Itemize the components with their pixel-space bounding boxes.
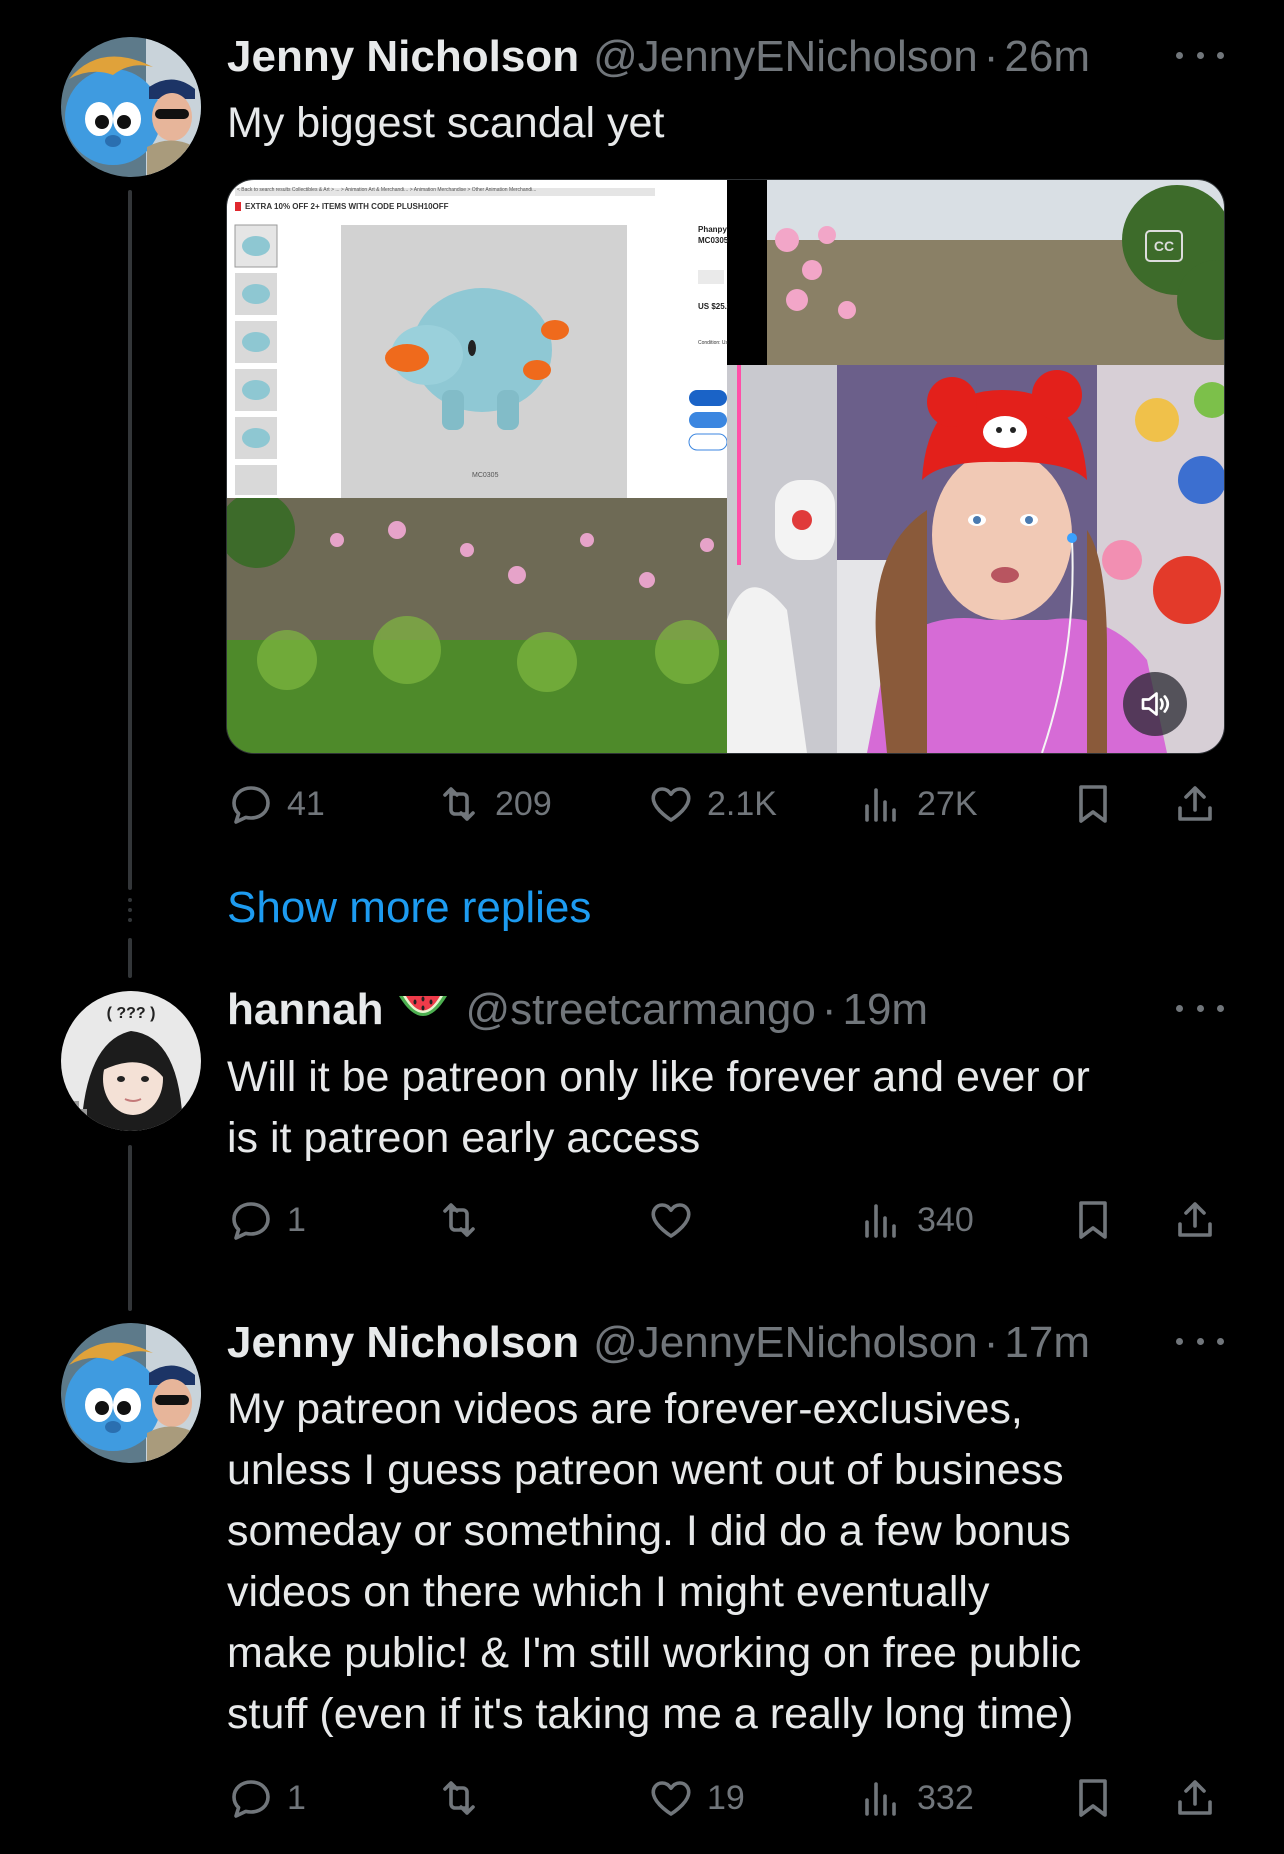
more-options-icon[interactable]: [1176, 988, 1224, 1028]
author-name[interactable]: Jenny Nicholson: [227, 32, 579, 82]
more-options-icon[interactable]: [1176, 35, 1224, 75]
thread-line: [128, 938, 132, 978]
share-icon: [1178, 786, 1212, 821]
author-handle[interactable]: @JennyENicholson: [593, 1318, 978, 1368]
separator-dot: ·: [983, 1318, 999, 1367]
views-button[interactable]: 332: [857, 1768, 974, 1828]
avatar[interactable]: ( ??? ): [61, 991, 201, 1131]
post-text: My biggest scandal yet: [227, 99, 665, 147]
share-button[interactable]: [1171, 1190, 1219, 1250]
video-frame: [227, 180, 1224, 753]
avatar[interactable]: [61, 1323, 201, 1463]
captions-icon: CC: [1153, 238, 1175, 254]
reply-button[interactable]: 1: [227, 1190, 306, 1250]
bookmark-icon: [1079, 1779, 1107, 1817]
views-chart-icon: [865, 1204, 896, 1238]
view-count: 27K: [917, 784, 978, 823]
post-text: My patreon videos are forever-exclusives…: [227, 1385, 1082, 1738]
reply-count: 1: [287, 1778, 306, 1817]
post-header: Jenny Nicholson @JennyENicholson · 17m: [227, 1313, 1224, 1373]
views-chart-icon: [865, 1782, 896, 1816]
bookmark-button[interactable]: [1069, 1768, 1117, 1828]
separator-dot: ·: [983, 32, 999, 81]
author-handle[interactable]: @streetcarmango: [465, 985, 815, 1035]
share-button[interactable]: [1171, 774, 1219, 834]
repost-button[interactable]: 209: [435, 774, 552, 834]
bookmark-button[interactable]: [1069, 1190, 1117, 1250]
video-player[interactable]: EXTRA 10% OFF 2+ ITEMS WITH CODE PLUSH10…: [226, 179, 1225, 754]
thread-gap-dots: [127, 898, 133, 928]
plush-tag: MC0305: [472, 472, 499, 479]
view-count: 340: [917, 1200, 974, 1239]
heart-icon: [651, 1203, 691, 1238]
separator-dot: ·: [821, 985, 837, 1034]
repost-button[interactable]: [435, 1768, 495, 1828]
bookmark-button[interactable]: [1069, 774, 1117, 834]
reply-icon: [232, 1202, 270, 1240]
share-button[interactable]: [1171, 1768, 1219, 1828]
avatar[interactable]: [61, 37, 201, 177]
promo-banner: EXTRA 10% OFF 2+ ITEMS WITH CODE PLUSH10…: [245, 202, 449, 211]
reply-count: 41: [287, 784, 325, 823]
speaker-icon: [1141, 692, 1170, 716]
bookmark-icon: [1079, 1201, 1107, 1239]
like-count: 2.1K: [707, 784, 777, 823]
timestamp[interactable]: 19m: [842, 985, 928, 1035]
repost-icon: [443, 1781, 475, 1815]
product-condition: Condition: Used: [698, 340, 728, 346]
post-actions: 1 340: [227, 1190, 1227, 1250]
like-button[interactable]: 19: [647, 1768, 745, 1828]
product-price: US $25.89: [698, 302, 728, 311]
product-title: Phanpy MC0305 F NOTWORK 10" Plu: [698, 225, 728, 248]
avatar-caption: ( ??? ): [106, 1005, 156, 1022]
reply-button[interactable]: 41: [227, 774, 325, 834]
heart-icon: [651, 787, 691, 822]
more-options-icon[interactable]: [1176, 1321, 1224, 1361]
post-header: Jenny Nicholson @JennyENicholson · 26m: [227, 27, 1224, 87]
like-button[interactable]: 2.1K: [647, 774, 777, 834]
author-handle[interactable]: @JennyENicholson: [593, 32, 978, 82]
repost-count: 209: [495, 784, 552, 823]
timestamp[interactable]: 17m: [1004, 1318, 1090, 1368]
reply-count: 1: [287, 1200, 306, 1239]
breadcrumb: < Back to search results Collectibles & …: [237, 187, 537, 193]
repost-icon: [443, 787, 475, 821]
like-button[interactable]: [647, 1190, 707, 1250]
repost-button[interactable]: [435, 1190, 495, 1250]
thread-line: [128, 1145, 132, 1311]
share-icon: [1178, 1780, 1212, 1815]
like-count: 19: [707, 1778, 745, 1817]
timestamp[interactable]: 26m: [1004, 32, 1090, 82]
views-button[interactable]: 27K: [857, 774, 978, 834]
reply-button[interactable]: 1: [227, 1768, 306, 1828]
post-header: hannah @streetcarmango · 19m: [227, 980, 1224, 1040]
post-actions: 1 19 332: [227, 1768, 1227, 1828]
author-name[interactable]: hannah: [227, 985, 383, 1035]
show-more-replies-link[interactable]: Show more replies: [227, 883, 591, 933]
reply-icon: [232, 1780, 270, 1818]
post-actions: 41 209 2.1K 27K: [227, 774, 1227, 834]
captions-button[interactable]: CC: [1145, 230, 1183, 262]
heart-icon: [651, 1781, 691, 1816]
thread-line: [128, 190, 132, 890]
view-count: 332: [917, 1778, 974, 1817]
views-button[interactable]: 340: [857, 1190, 974, 1250]
reply-icon: [232, 786, 270, 824]
author-name[interactable]: Jenny Nicholson: [227, 1318, 579, 1368]
post-text: Will it be patreon only like forever and…: [227, 1053, 1090, 1162]
bookmark-icon: [1079, 785, 1107, 823]
volume-button[interactable]: [1123, 672, 1187, 736]
watermelon-icon: [395, 990, 451, 1030]
share-icon: [1178, 1202, 1212, 1237]
views-chart-icon: [865, 788, 896, 822]
repost-icon: [443, 1203, 475, 1237]
